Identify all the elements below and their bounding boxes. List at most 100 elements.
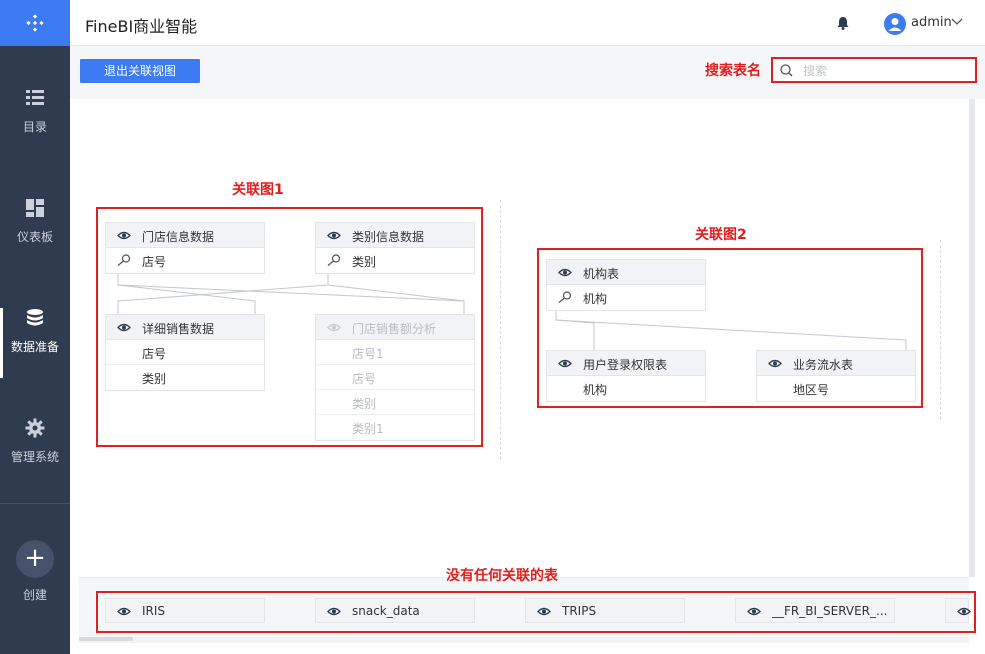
eye-icon[interactable] <box>537 607 551 616</box>
dashboard-icon <box>26 199 44 217</box>
table-name: 门店销售额分析 <box>352 322 437 336</box>
table-card-flow[interactable]: 业务流水表 地区号 <box>756 350 916 402</box>
table-card-header[interactable]: 机构表 <box>547 260 705 285</box>
eye-icon[interactable] <box>558 268 572 277</box>
field-name: 类别 <box>352 255 377 269</box>
field-row[interactable]: 类别1 <box>316 415 474 440</box>
chevron-down-icon[interactable] <box>951 17 963 27</box>
vertical-scrollbar[interactable] <box>969 99 975 577</box>
field-row[interactable]: 店号1 <box>316 340 474 365</box>
table-card-header[interactable]: 用户登录权限表 <box>547 351 705 376</box>
field-name: 机构 <box>583 383 608 397</box>
toolbar: 退出关联视图 <box>70 46 985 99</box>
search-box[interactable] <box>771 57 977 83</box>
field-name: 地区号 <box>793 383 830 397</box>
table-card-store-info[interactable]: 门店信息数据 店号 <box>105 222 265 274</box>
create-button[interactable]: + <box>16 540 54 578</box>
logo-icon[interactable] <box>0 0 70 46</box>
table-name: 详细销售数据 <box>142 322 215 336</box>
sidebar-item-label: 管理系统 <box>10 450 59 464</box>
table-name: IRIS <box>142 604 166 618</box>
unlinked-table-chip[interactable]: __FR_BI_SERVER_... <box>735 598 895 623</box>
eye-icon[interactable] <box>957 607 971 616</box>
eye-icon[interactable] <box>117 607 131 616</box>
table-name: 门店信息数据 <box>142 230 215 244</box>
graph-separator <box>940 240 941 420</box>
field-name: 店号 <box>142 347 167 361</box>
table-name: __FR_BI_SERVER_... <box>772 604 888 618</box>
field-row[interactable]: 店号 <box>316 365 474 390</box>
field-name: 类别 <box>142 372 167 386</box>
list-icon <box>26 90 44 105</box>
exit-relation-view-button[interactable]: 退出关联视图 <box>80 59 200 83</box>
unlinked-table-chip[interactable]: IRIS <box>105 598 265 623</box>
field-name: 类别1 <box>352 422 384 436</box>
search-icon <box>780 64 793 77</box>
eye-icon[interactable] <box>117 231 131 240</box>
field-row[interactable]: 机构 <box>547 285 705 310</box>
sidebar-item-label: 数据准备 <box>10 340 59 354</box>
field-name: 店号 <box>142 255 167 269</box>
table-card-header[interactable]: 业务流水表 <box>757 351 915 376</box>
key-icon <box>117 254 131 266</box>
eye-icon[interactable] <box>327 323 341 332</box>
app-title: FineBI商业智能 <box>85 17 198 36</box>
field-row[interactable]: 类别 <box>316 390 474 415</box>
bell-icon[interactable] <box>836 16 850 30</box>
sidebar-item-dashboard[interactable]: 仪表板 <box>0 198 70 268</box>
eye-icon[interactable] <box>327 231 341 240</box>
table-name: 用户登录权限表 <box>583 358 668 372</box>
eye-icon[interactable] <box>768 359 782 368</box>
graph-separator <box>500 200 501 460</box>
field-name: 店号1 <box>352 347 384 361</box>
sidebar-item-label: 仪表板 <box>16 230 53 244</box>
sidebar: 目录 仪表板 数据准备 管理系统 + 创建 <box>0 0 70 654</box>
table-card-org[interactable]: 机构表 机构 <box>546 259 706 311</box>
sidebar-item-admin[interactable]: 管理系统 <box>0 418 70 488</box>
field-row[interactable]: 机构 <box>547 376 705 401</box>
database-icon <box>27 309 43 326</box>
table-card-sales-detail[interactable]: 详细销售数据 店号 类别 <box>105 314 265 391</box>
unlinked-table-chip[interactable]: TRIPS <box>525 598 685 623</box>
annotation-search-label: 搜索表名 <box>705 63 761 79</box>
search-input[interactable] <box>803 62 963 80</box>
horizontal-scrollbar-thumb[interactable] <box>79 637 133 641</box>
key-icon <box>327 254 341 266</box>
sidebar-item-label: 目录 <box>22 120 47 134</box>
table-name: TRIPS <box>562 604 597 618</box>
sidebar-divider <box>0 503 70 504</box>
top-bar: FineBI商业智能 admin <box>70 0 985 46</box>
table-card-store-sales[interactable]: 门店销售额分析 店号1 店号 类别 类别1 <box>315 314 475 441</box>
create-label: 创建 <box>22 588 47 602</box>
user-name[interactable]: admin <box>911 15 952 30</box>
table-card-header[interactable]: 门店销售额分析 <box>316 315 474 340</box>
sidebar-item-data-prep[interactable]: 数据准备 <box>0 308 70 378</box>
annotation-graph2-label: 关联图2 <box>695 227 747 243</box>
table-name: 类别信息数据 <box>352 230 425 244</box>
field-name: 机构 <box>583 292 608 306</box>
field-row[interactable]: 类别 <box>316 248 474 273</box>
eye-icon[interactable] <box>327 607 341 616</box>
sidebar-item-catalog[interactable]: 目录 <box>0 88 70 158</box>
table-card-header[interactable]: 类别信息数据 <box>316 223 474 248</box>
table-name: snack_data <box>352 604 420 618</box>
eye-icon[interactable] <box>747 607 761 616</box>
field-row[interactable]: 地区号 <box>757 376 915 401</box>
horizontal-scrollbar[interactable] <box>79 637 969 643</box>
table-card-category-info[interactable]: 类别信息数据 类别 <box>315 222 475 274</box>
unlinked-table-chip-partial[interactable] <box>945 598 971 623</box>
table-card-login[interactable]: 用户登录权限表 机构 <box>546 350 706 402</box>
unlinked-table-chip[interactable]: snack_data <box>315 598 475 623</box>
table-name: 业务流水表 <box>793 358 854 372</box>
field-name: 类别 <box>352 397 377 411</box>
table-card-header[interactable]: 详细销售数据 <box>106 315 264 340</box>
table-card-header[interactable]: 门店信息数据 <box>106 223 264 248</box>
field-row[interactable]: 类别 <box>106 365 264 390</box>
eye-icon[interactable] <box>117 323 131 332</box>
key-icon <box>558 291 572 303</box>
eye-icon[interactable] <box>558 359 572 368</box>
annotation-unlinked-label: 没有任何关联的表 <box>446 568 558 584</box>
field-row[interactable]: 店号 <box>106 248 264 273</box>
field-row[interactable]: 店号 <box>106 340 264 365</box>
avatar[interactable] <box>884 13 906 35</box>
